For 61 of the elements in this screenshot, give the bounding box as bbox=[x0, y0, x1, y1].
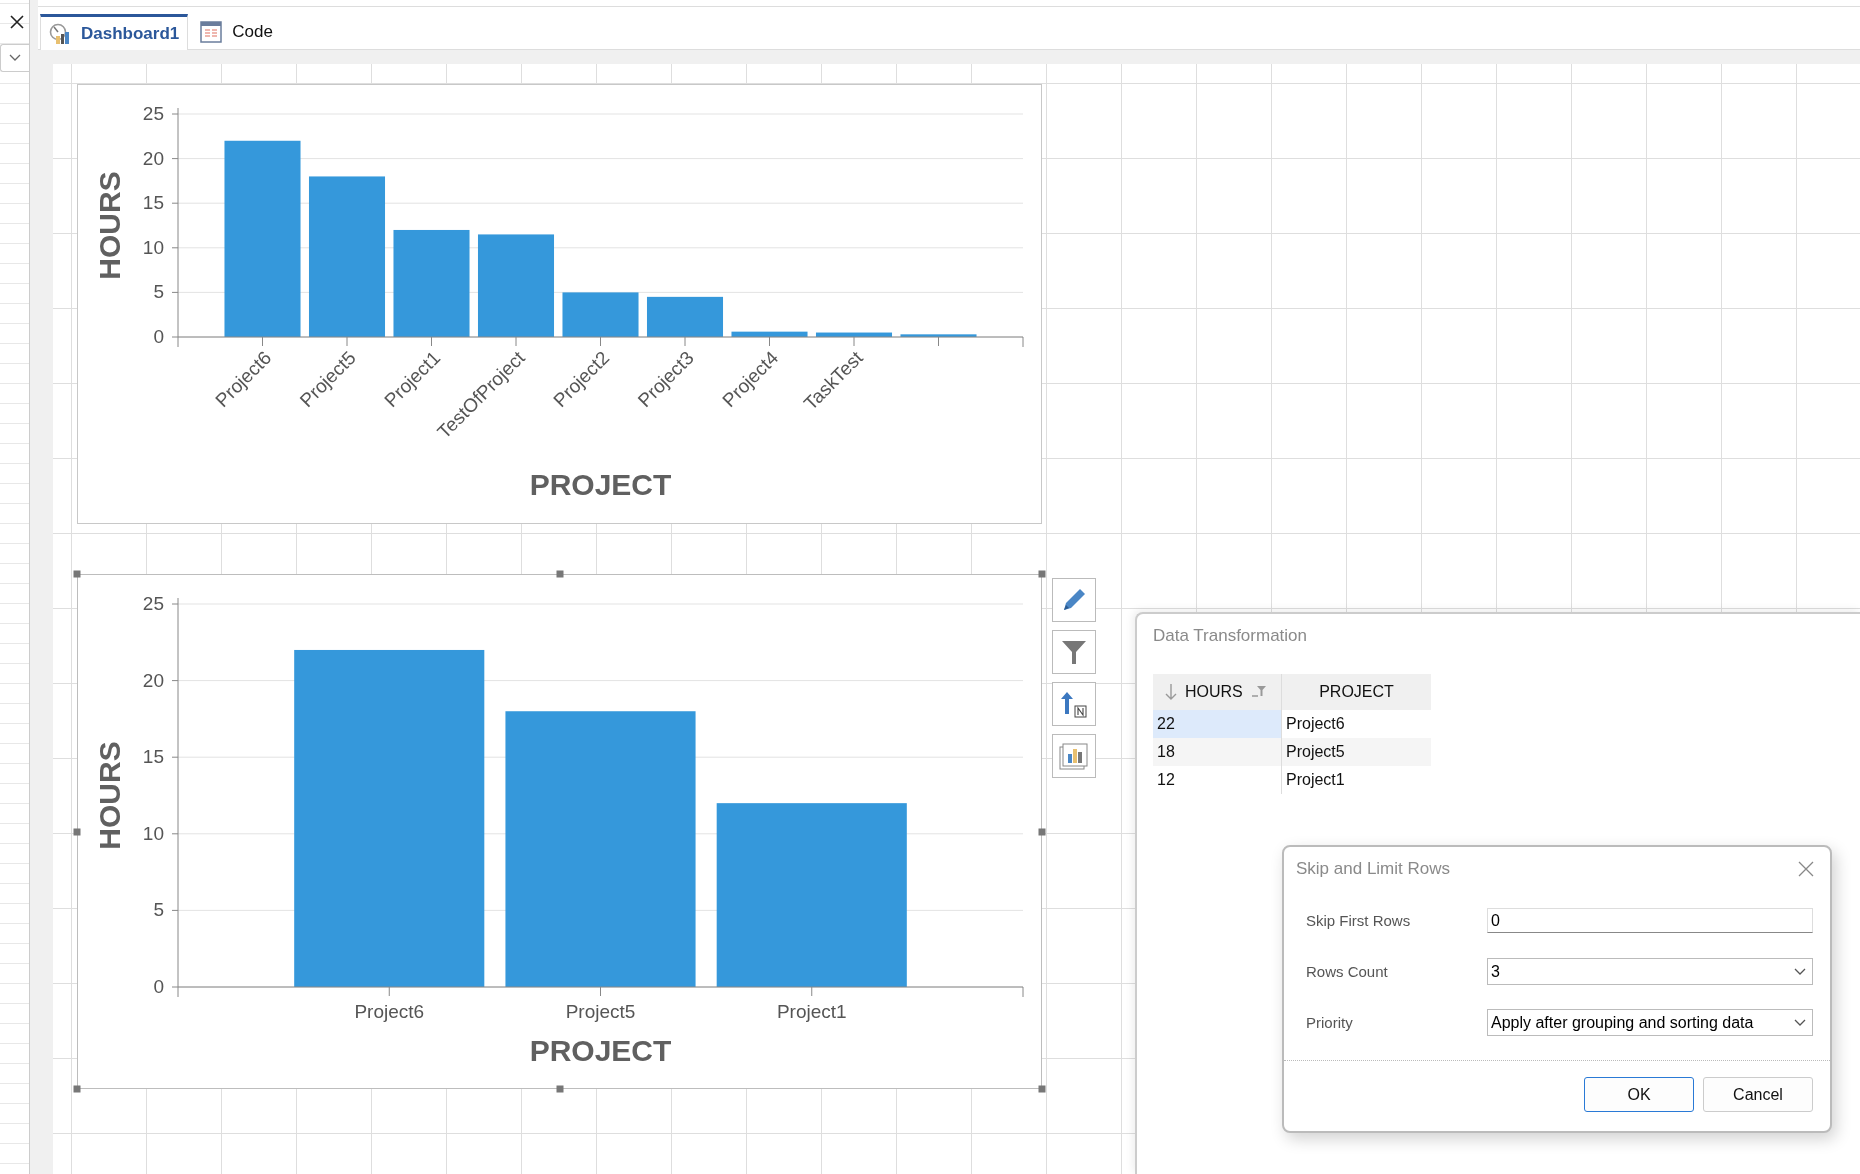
field-label: Rows Count bbox=[1306, 963, 1389, 980]
resize-handle[interactable] bbox=[73, 570, 81, 578]
axis-title: HOURS bbox=[93, 171, 126, 280]
dropdown[interactable]: 3 bbox=[1487, 958, 1813, 985]
tick-label: Project1 bbox=[776, 1001, 847, 1022]
resize-handle[interactable] bbox=[556, 1085, 563, 1093]
close-icon[interactable] bbox=[9, 14, 25, 30]
tick-label: 20 bbox=[142, 669, 164, 691]
axis-title: PROJECT bbox=[529, 468, 672, 501]
chevron-down-icon bbox=[9, 54, 21, 62]
panel-title: Data Transformation bbox=[1153, 626, 1308, 646]
dialog-title: Skip and Limit Rows bbox=[1296, 859, 1450, 879]
input-field[interactable]: 0 bbox=[1487, 908, 1813, 933]
tick-label: 20 bbox=[142, 147, 164, 169]
column-header[interactable]: PROJECT bbox=[1282, 674, 1431, 710]
tick-label: 5 bbox=[153, 899, 164, 921]
tick-label: 25 bbox=[142, 593, 164, 614]
table-cell: 18 bbox=[1153, 738, 1282, 766]
table-cell: 22 bbox=[1153, 710, 1282, 738]
filter-icon[interactable] bbox=[1250, 685, 1267, 699]
axis-title: HOURS bbox=[93, 741, 126, 850]
resize-handle[interactable] bbox=[1038, 828, 1046, 835]
tick-label: 10 bbox=[142, 236, 164, 258]
table-cell-text: Project1 bbox=[1285, 770, 1346, 790]
axis-title: PROJECT bbox=[529, 1034, 672, 1067]
filter-icon bbox=[1060, 638, 1088, 666]
tick-label: Project6 bbox=[354, 1001, 425, 1022]
resize-handle[interactable] bbox=[1038, 570, 1046, 578]
tick-label: 10 bbox=[142, 822, 164, 844]
chevron-down-icon bbox=[1794, 1018, 1806, 1027]
field-label: Priority bbox=[1306, 1014, 1354, 1031]
tab[interactable]: Code bbox=[192, 15, 281, 49]
top-n-button[interactable] bbox=[1052, 682, 1096, 726]
table-cell-text: Project6 bbox=[1285, 714, 1346, 734]
chart-button[interactable] bbox=[1052, 734, 1096, 778]
dialog-button[interactable]: Cancel bbox=[1703, 1077, 1813, 1112]
arrow-up-icon bbox=[1059, 690, 1089, 718]
tick-label: 25 bbox=[142, 103, 164, 124]
tab[interactable]: Dashboard1 bbox=[40, 14, 189, 50]
dialog-button[interactable]: OK bbox=[1584, 1077, 1694, 1112]
resize-handle[interactable] bbox=[1038, 1085, 1046, 1093]
bar-chart-icon bbox=[1059, 742, 1089, 770]
resize-handle[interactable] bbox=[73, 828, 81, 835]
filter-button[interactable] bbox=[1052, 630, 1096, 674]
document-icon bbox=[200, 21, 223, 43]
dropdown[interactable] bbox=[0, 44, 29, 72]
edit-button[interactable] bbox=[1052, 578, 1096, 622]
resize-handle[interactable] bbox=[556, 570, 563, 578]
table-cell: 12 bbox=[1153, 766, 1282, 794]
dropdown[interactable]: Apply after grouping and sorting data bbox=[1487, 1009, 1813, 1036]
tick-label: 15 bbox=[142, 746, 164, 768]
gauge-icon bbox=[49, 22, 71, 45]
field-label: Skip First Rows bbox=[1306, 912, 1412, 929]
tick-label: 0 bbox=[153, 976, 164, 997]
tick-label: 0 bbox=[153, 326, 164, 347]
tick-label: 15 bbox=[142, 192, 164, 214]
table-cell-text: Project5 bbox=[1285, 742, 1346, 762]
tick-label: 5 bbox=[153, 281, 164, 303]
chevron-down-icon bbox=[1794, 967, 1806, 976]
resize-handle[interactable] bbox=[73, 1085, 81, 1093]
tick-label: Project5 bbox=[565, 1001, 636, 1022]
